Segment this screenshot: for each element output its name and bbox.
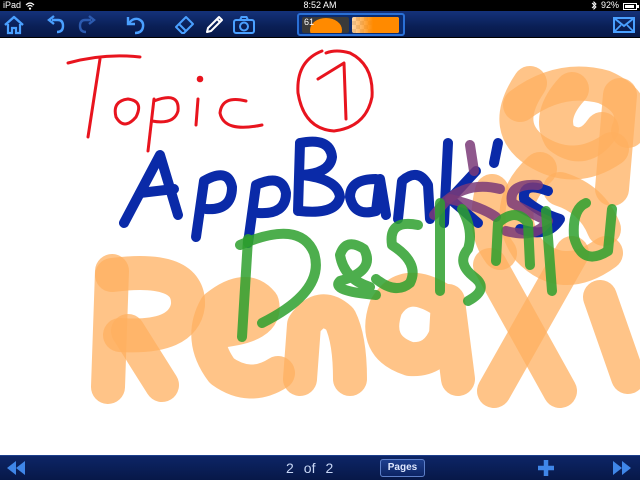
current-page: 2 [286,460,294,476]
bluetooth-icon [591,1,597,10]
clock: 8:52 AM [303,0,337,10]
handwriting-topic [66,49,374,153]
eraser-icon[interactable] [173,13,197,37]
pages-button[interactable]: Pages [380,459,425,477]
rewind-icon[interactable] [4,458,28,478]
bottom-bar: 2 of 2 Pages [0,455,640,480]
mail-icon[interactable] [612,13,638,37]
drawing-canvas[interactable] [0,39,640,455]
of-label: of [303,460,316,476]
app-window: iPad 8:52 AM 92% 61 2 of 2 Pages [0,0,640,480]
page-counter: 2 of 2 [286,459,333,477]
add-page-icon[interactable] [534,458,558,478]
undo-icon[interactable] [44,13,68,37]
camera-icon[interactable] [232,13,256,37]
pen-color-swatch [352,17,399,33]
status-bar: iPad 8:52 AM 92% [0,0,640,11]
pen-size-swatch: 61 [302,17,349,33]
battery-icon [623,3,639,10]
home-icon[interactable] [2,13,26,37]
battery-fill [625,5,634,8]
total-pages: 2 [325,460,334,476]
handwriting-layer [66,49,640,408]
revert-icon[interactable] [124,13,148,37]
pen-icon[interactable] [202,13,226,37]
pen-size-value: 61 [304,17,315,27]
toolbar: 61 [0,11,640,38]
fast-forward-icon[interactable] [610,458,634,478]
pen-size-preview [310,18,342,33]
battery-percent: 92% [600,0,619,10]
pen-settings-button[interactable]: 61 [297,13,405,36]
redo-icon[interactable] [75,13,99,37]
